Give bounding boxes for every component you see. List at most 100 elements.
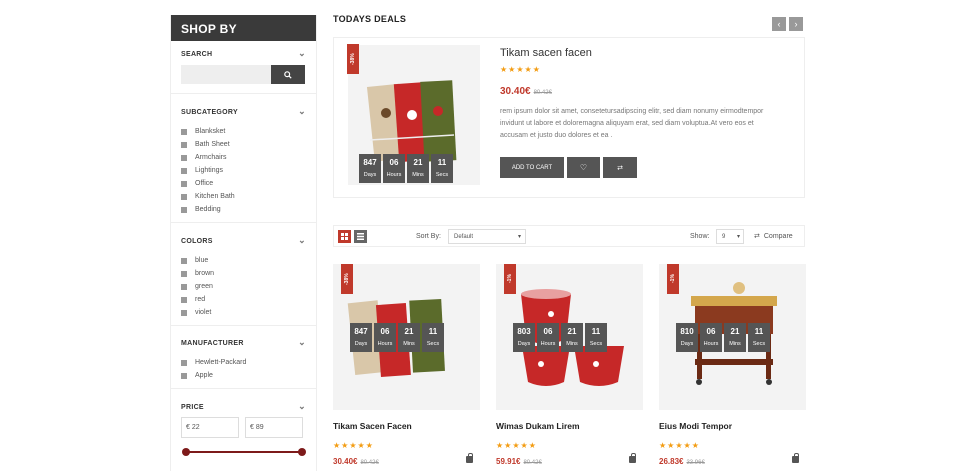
grid-icon	[341, 233, 348, 240]
compare-link[interactable]: ⇄ Compare	[754, 232, 793, 240]
price-row: 26.83€ 33.96€	[659, 457, 705, 466]
rating-stars: ★★★★★	[659, 441, 700, 450]
price-title: PRICE	[181, 404, 204, 411]
checkbox[interactable]	[181, 296, 187, 303]
deals-next-button[interactable]: ›	[789, 17, 803, 31]
product-name[interactable]: Eius Modi Tempor	[659, 421, 732, 431]
checkbox[interactable]	[181, 283, 187, 290]
price-max-field[interactable]: € 89	[245, 417, 303, 438]
countdown-hours: 06 Hours	[700, 323, 722, 352]
shopping-bag-icon[interactable]	[466, 453, 473, 463]
checkbox[interactable]	[181, 154, 187, 161]
discount-badge: -38%	[347, 44, 359, 74]
subcategory-option[interactable]: Armchairs	[181, 151, 306, 164]
checkbox[interactable]	[181, 270, 187, 277]
colors-header[interactable]: COLORS ⌄	[181, 236, 306, 248]
rating-stars: ★★★★★	[333, 441, 374, 450]
checkbox[interactable]	[181, 359, 187, 366]
color-option[interactable]: brown	[181, 267, 306, 280]
subcategory-option[interactable]: Lightings	[181, 164, 306, 177]
deal-product-card: -38% 847 Days 06 Hours 21 Mins 11 Secs Tikam…	[333, 37, 805, 198]
show-select[interactable]: 9 ▾	[716, 229, 744, 244]
subcategory-option[interactable]: Blanksket	[181, 125, 306, 138]
countdown-secs: 11 Secs	[748, 323, 770, 352]
subcategory-option[interactable]: Kitchen Bath	[181, 190, 306, 203]
countdown-days: 803 Days	[513, 323, 535, 352]
product-card[interactable]: -1% 810 Days 06 Hours 21 Mins 11 Secs Eius M…	[659, 264, 806, 471]
subcategory-option[interactable]: Bath Sheet	[181, 138, 306, 151]
subcategory-title: SUBCATEGORY	[181, 109, 238, 116]
search-button[interactable]	[271, 65, 305, 84]
price-row: 30.40€ 80.42€	[333, 457, 379, 466]
checkbox[interactable]	[181, 309, 187, 316]
sort-select[interactable]: Default ▾	[448, 229, 526, 244]
chevron-right-icon: ›	[794, 19, 798, 29]
compare-button[interactable]: ⇄	[603, 157, 637, 178]
product-countdown: 847 Days 06 Hours 21 Mins 11 Secs	[350, 323, 444, 352]
divider	[171, 222, 316, 223]
chevron-left-icon: ‹	[777, 19, 781, 29]
price-slider-min-handle[interactable]	[182, 448, 190, 456]
chevron-down-icon[interactable]: ⌄	[298, 49, 306, 58]
chevron-down-icon[interactable]: ⌄	[298, 236, 306, 245]
product-old-price: 80.42€	[523, 460, 542, 466]
colors-section: COLORS ⌄ blue brown green red violet	[181, 236, 306, 319]
deal-price: 30.40€	[500, 86, 531, 97]
product-name[interactable]: Tikam Sacen Facen	[333, 421, 412, 431]
manufacturer-header[interactable]: MANUFACTURER ⌄	[181, 338, 306, 350]
product-toolbar: Sort By: Default ▾ Show: 9 ▾ ⇄ Compare	[333, 225, 805, 247]
price-min-field[interactable]: € 22	[181, 417, 239, 438]
compare-icon: ⇄	[754, 233, 760, 240]
deal-price-row: 30.40€ 80.42€	[500, 81, 552, 99]
manufacturer-option[interactable]: Hewlett-Packard	[181, 356, 306, 369]
wishlist-button[interactable]: ♡	[567, 157, 600, 178]
shopping-bag-icon[interactable]	[629, 453, 636, 463]
deal-product-name[interactable]: Tikam sacen facen	[500, 47, 592, 59]
color-option[interactable]: blue	[181, 254, 306, 267]
divider	[171, 93, 316, 94]
search-input[interactable]	[181, 65, 271, 84]
colors-title: COLORS	[181, 238, 213, 245]
product-price: 30.40€	[333, 457, 358, 466]
product-old-price: 80.42€	[360, 460, 379, 466]
checkbox[interactable]	[181, 180, 187, 187]
product-countdown: 803 Days 06 Hours 21 Mins 11 Secs	[513, 323, 607, 352]
shopping-bag-icon[interactable]	[792, 453, 799, 463]
subcategory-header[interactable]: SUBCATEGORY ⌄	[181, 107, 306, 119]
rating-stars: ★★★★★	[496, 441, 537, 450]
chevron-down-icon[interactable]: ⌄	[298, 107, 306, 116]
countdown-days: 810 Days	[676, 323, 698, 352]
checkbox[interactable]	[181, 193, 187, 200]
price-row: 59.91€ 80.42€	[496, 457, 542, 466]
price-slider-track[interactable]	[182, 448, 306, 456]
divider	[171, 388, 316, 389]
subcategory-option[interactable]: Bedding	[181, 203, 306, 216]
product-card[interactable]: -38% 847 Days 06 Hours 21 Mins 11 Secs Tikam…	[333, 264, 480, 471]
countdown-hours: 06 Hours	[537, 323, 559, 352]
price-section: PRICE ⌄	[181, 402, 306, 414]
product-name[interactable]: Wimas Dukam Lirem	[496, 421, 580, 431]
list-view-button[interactable]	[354, 230, 367, 243]
search-section-header[interactable]: SEARCH ⌄	[181, 49, 306, 61]
checkbox[interactable]	[181, 167, 187, 174]
add-to-cart-button[interactable]: ADD TO CART	[500, 157, 564, 178]
manufacturer-option[interactable]: Apple	[181, 369, 306, 382]
chevron-down-icon[interactable]: ⌄	[298, 402, 306, 411]
price-header[interactable]: PRICE ⌄	[181, 402, 306, 414]
color-option[interactable]: green	[181, 280, 306, 293]
subcategory-option[interactable]: Office	[181, 177, 306, 190]
deals-prev-button[interactable]: ‹	[772, 17, 786, 31]
checkbox[interactable]	[181, 372, 187, 379]
checkbox[interactable]	[181, 206, 187, 213]
color-option[interactable]: red	[181, 293, 306, 306]
checkbox[interactable]	[181, 128, 187, 135]
grid-view-button[interactable]	[338, 230, 351, 243]
chevron-down-icon[interactable]: ⌄	[298, 338, 306, 347]
product-card[interactable]: -1% 803 Days 06 Hours 21 Mins 11 Secs Wimas …	[496, 264, 643, 471]
checkbox[interactable]	[181, 257, 187, 264]
countdown-mins: 21 Mins	[398, 323, 420, 352]
price-slider-max-handle[interactable]	[298, 448, 306, 456]
color-option[interactable]: violet	[181, 306, 306, 319]
deal-old-price: 80.42€	[533, 90, 552, 96]
checkbox[interactable]	[181, 141, 187, 148]
